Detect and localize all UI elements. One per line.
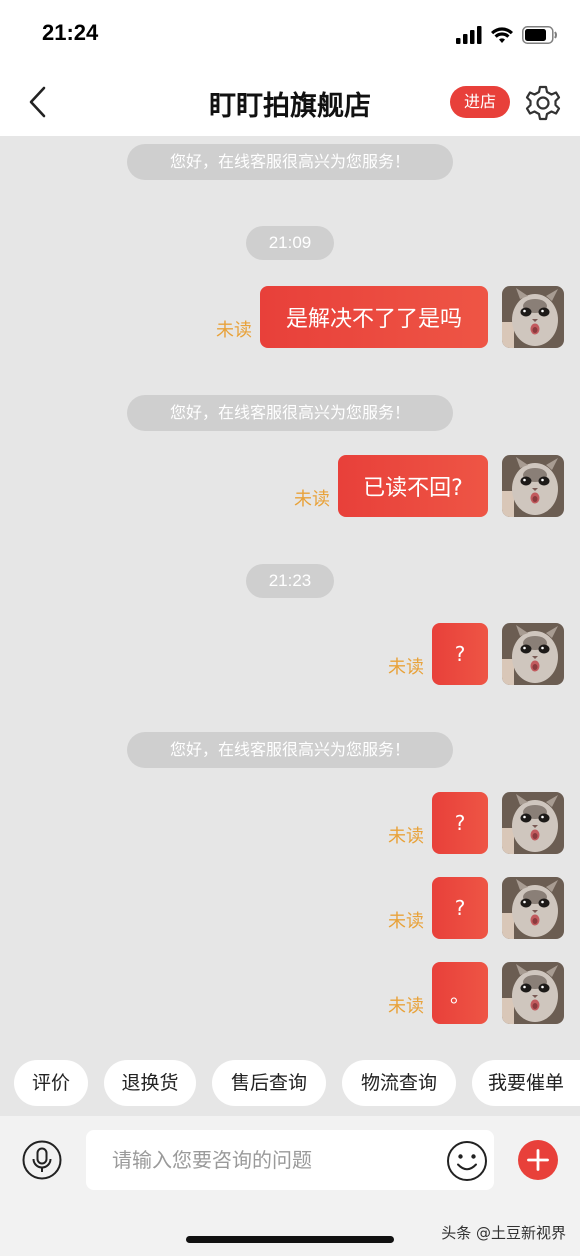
cat-avatar-image [502, 623, 564, 685]
cat-avatar-image [502, 792, 564, 854]
cat-avatar-image [502, 877, 564, 939]
avatar[interactable] [502, 962, 564, 1024]
cat-avatar-image [502, 962, 564, 1024]
avatar[interactable] [502, 623, 564, 685]
nav-bar: 盯盯拍旗舰店 进店 [0, 70, 580, 136]
watermark: 头条 @土豆新视界 [441, 1224, 566, 1242]
quick-action-chip[interactable]: 我要催单 [472, 1060, 580, 1106]
home-indicator [186, 1236, 394, 1243]
emoji-button[interactable] [446, 1140, 488, 1182]
message-row: 未读 ? [388, 877, 564, 939]
cat-avatar-image [502, 286, 564, 348]
message-input[interactable] [86, 1130, 494, 1190]
more-button[interactable] [518, 1140, 558, 1180]
unread-status: 未读 [388, 996, 424, 1017]
visit-store-button[interactable]: 进店 [450, 86, 510, 118]
message-bubble[interactable]: 是解决不了了是吗 [260, 286, 488, 348]
unread-status: 未读 [216, 320, 252, 341]
timestamp: 21:09 [246, 226, 334, 260]
quick-actions-bar: 评价 退换货 售后查询 物流查询 我要催单 [0, 1054, 580, 1116]
message-bubble[interactable]: ? [432, 877, 488, 939]
message-bubble[interactable]: 已读不回? [338, 455, 488, 517]
status-time: 21:24 [42, 20, 99, 45]
input-bar: 头条 @土豆新视界 [0, 1116, 580, 1256]
cellular-signal-icon [456, 26, 482, 44]
unread-status: 未读 [388, 911, 424, 932]
message-input-container [86, 1130, 494, 1190]
unread-status: 未读 [388, 657, 424, 678]
system-message: 您好，在线客服很高兴为您服务！ [127, 732, 453, 768]
plus-icon [527, 1149, 549, 1171]
avatar[interactable] [502, 877, 564, 939]
quick-action-chip[interactable]: 物流查询 [342, 1060, 456, 1106]
wifi-icon [491, 27, 513, 43]
message-row: 未读 是解决不了了是吗 [216, 286, 564, 348]
system-message: 您好，在线客服很高兴为您服务！ [127, 144, 453, 180]
battery-icon [522, 26, 557, 44]
system-message: 您好，在线客服很高兴为您服务！ [127, 395, 453, 431]
cat-avatar-image [502, 455, 564, 517]
unread-status: 未读 [388, 826, 424, 847]
timestamp: 21:23 [246, 564, 334, 598]
gear-icon [525, 85, 561, 121]
quick-action-chip[interactable]: 退换货 [104, 1060, 196, 1106]
message-row: 未读 ? [388, 792, 564, 854]
message-row: 未读 。 [388, 962, 564, 1024]
message-bubble[interactable]: 。 [432, 962, 488, 1024]
message-bubble[interactable]: ? [432, 623, 488, 685]
chat-area[interactable]: 您好，在线客服很高兴为您服务！ 21:09 未读 是解决不了了是吗 您好，在线客… [0, 136, 580, 1054]
status-bar: 21:24 [0, 0, 580, 70]
avatar[interactable] [502, 792, 564, 854]
smiley-icon [447, 1141, 487, 1181]
message-row: 未读 ? [388, 623, 564, 685]
message-bubble[interactable]: ? [432, 792, 488, 854]
settings-button[interactable] [524, 84, 562, 122]
quick-action-chip[interactable]: 售后查询 [212, 1060, 326, 1106]
microphone-icon [22, 1140, 62, 1180]
avatar[interactable] [502, 455, 564, 517]
voice-button[interactable] [22, 1140, 62, 1180]
avatar[interactable] [502, 286, 564, 348]
status-icons [456, 24, 558, 46]
unread-status: 未读 [294, 489, 330, 510]
quick-action-chip[interactable]: 评价 [14, 1060, 88, 1106]
message-row: 未读 已读不回? [294, 455, 564, 517]
